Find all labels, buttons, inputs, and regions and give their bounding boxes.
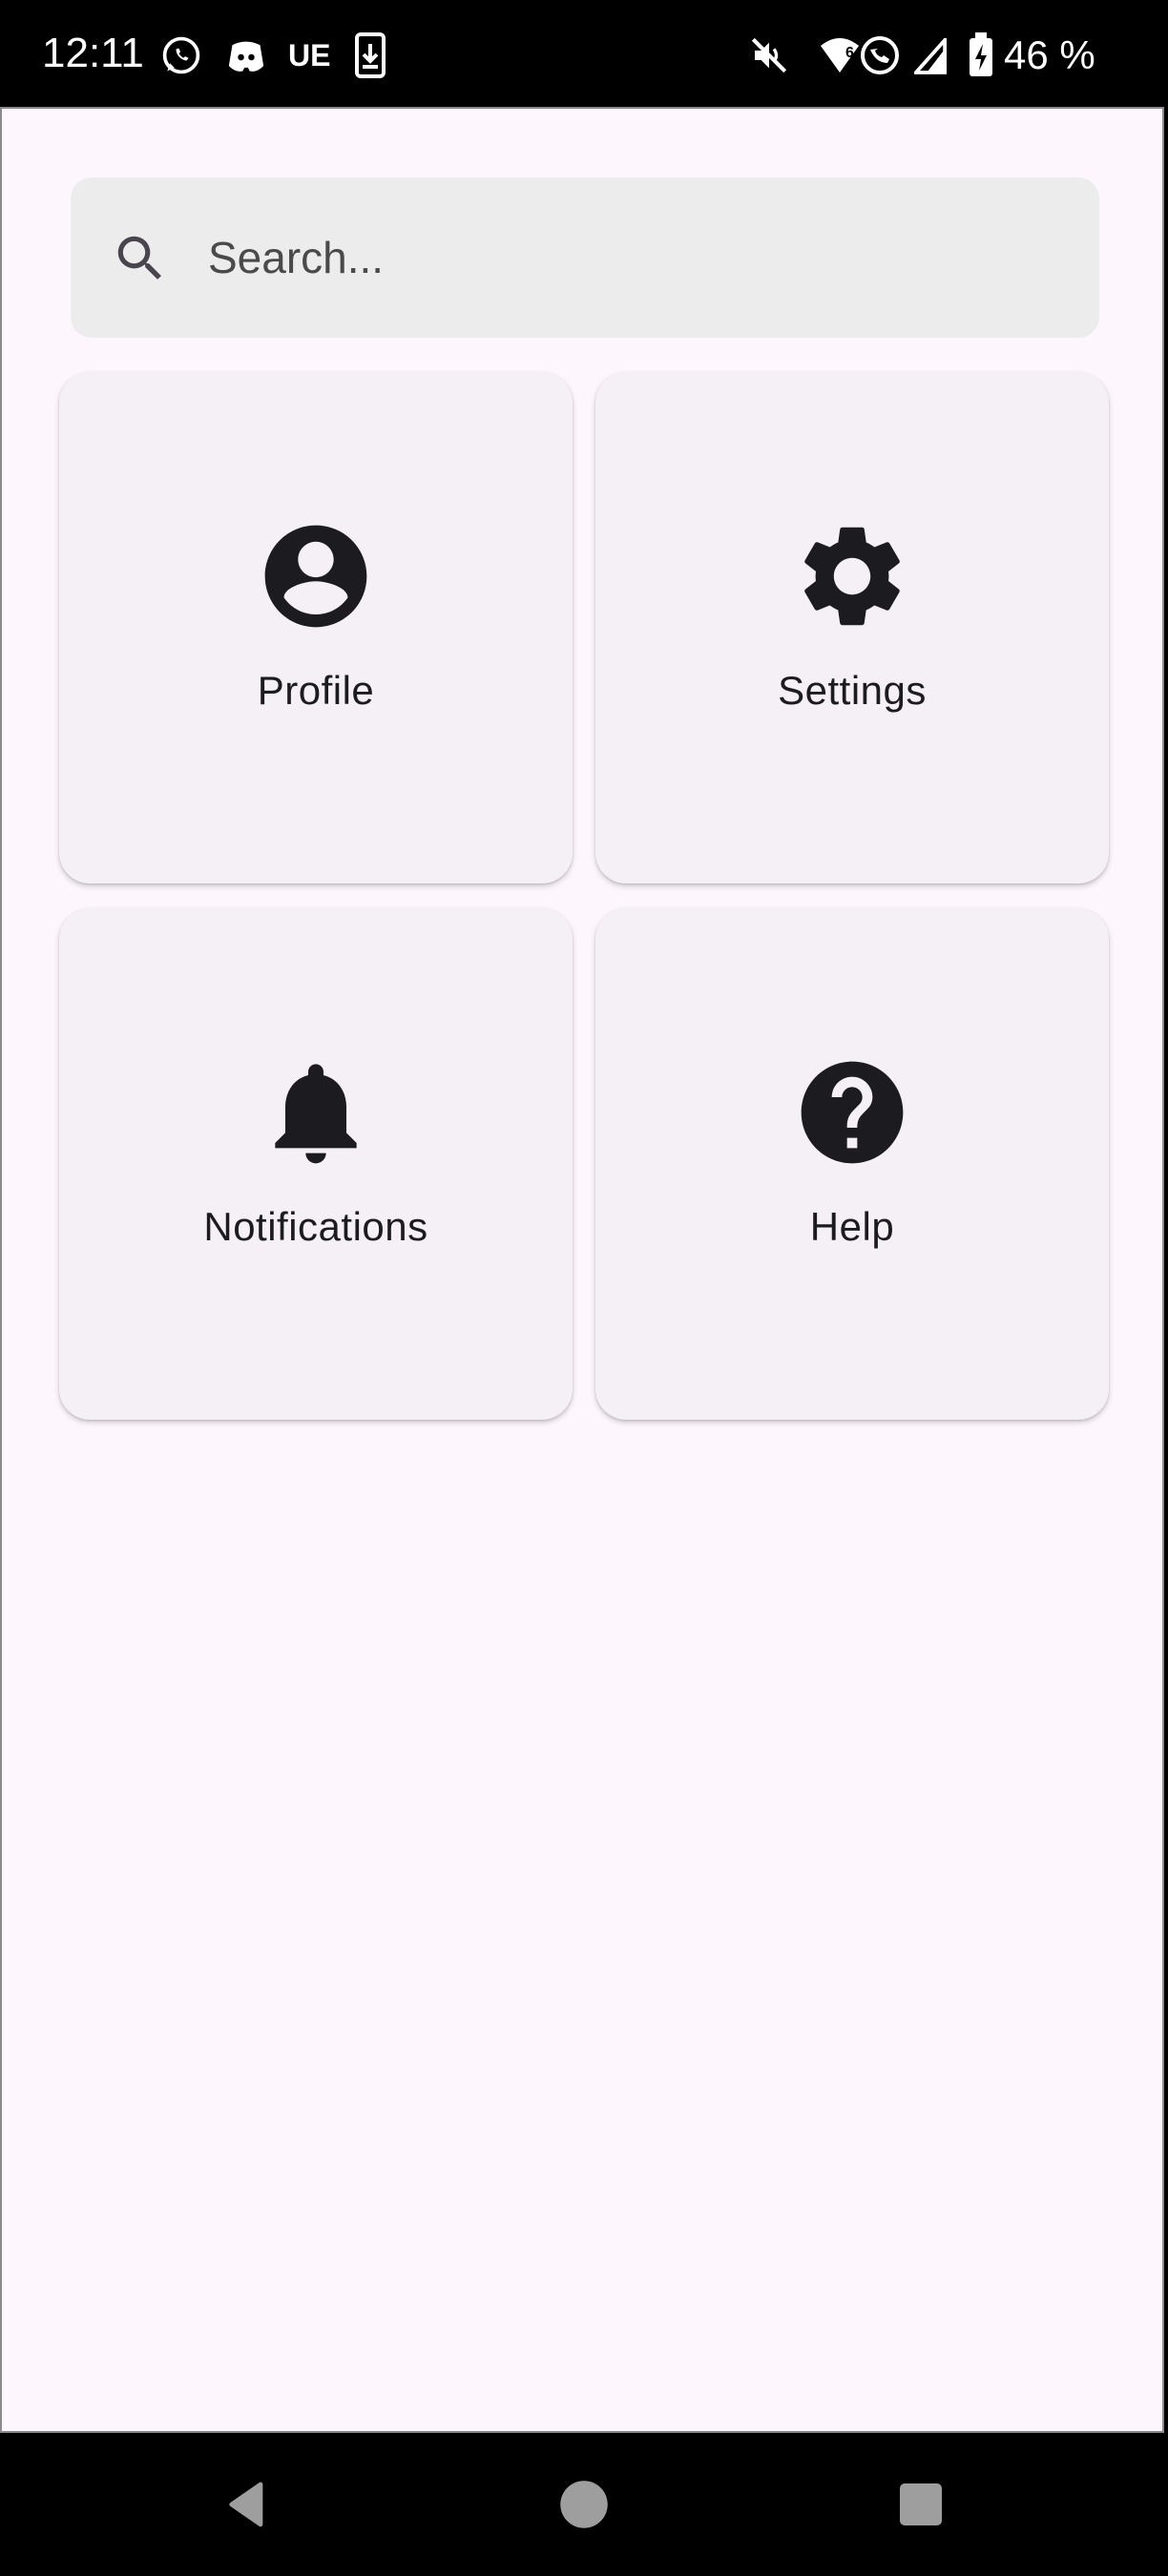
search-icon: [111, 229, 170, 288]
app-screen: Profile Settings Notifications Help: [0, 107, 1164, 2433]
card-label-notifications: Notifications: [203, 1204, 428, 1249]
search-bar[interactable]: [71, 177, 1099, 338]
discord-icon: [225, 38, 267, 76]
settings-gear-icon: [791, 515, 913, 637]
recents-icon: [898, 2482, 944, 2532]
profile-card[interactable]: Profile: [59, 372, 573, 883]
search-input[interactable]: [208, 219, 1048, 296]
account-circle-icon: [255, 515, 377, 637]
home-button[interactable]: [532, 2454, 636, 2559]
settings-card[interactable]: Settings: [595, 372, 1109, 883]
battery-percent: 46 %: [1004, 32, 1095, 77]
status-bar: 12:11 UE 6 46 %: [0, 0, 1168, 107]
home-icon: [558, 2479, 610, 2535]
wifi-icon: 6: [819, 34, 905, 76]
back-icon: [220, 2478, 274, 2536]
notifications-bell-icon: [255, 1051, 377, 1174]
whatsapp-icon: [160, 34, 202, 76]
navigation-bar: [0, 2433, 1168, 2576]
network-label: UE: [288, 38, 331, 73]
back-button[interactable]: [195, 2454, 300, 2559]
svg-text:6: 6: [845, 45, 854, 61]
card-label-help: Help: [809, 1204, 895, 1249]
help-card[interactable]: Help: [595, 908, 1109, 1420]
card-label-profile: Profile: [257, 668, 375, 713]
signal-icon: [914, 38, 947, 74]
status-time: 12:11: [42, 30, 144, 76]
card-label-settings: Settings: [778, 668, 927, 713]
recents-button[interactable]: [868, 2454, 973, 2559]
download-icon: [355, 32, 386, 78]
notifications-card[interactable]: Notifications: [59, 908, 573, 1420]
help-icon: [791, 1051, 913, 1174]
battery-icon: [968, 32, 994, 78]
mute-icon: [750, 36, 788, 74]
